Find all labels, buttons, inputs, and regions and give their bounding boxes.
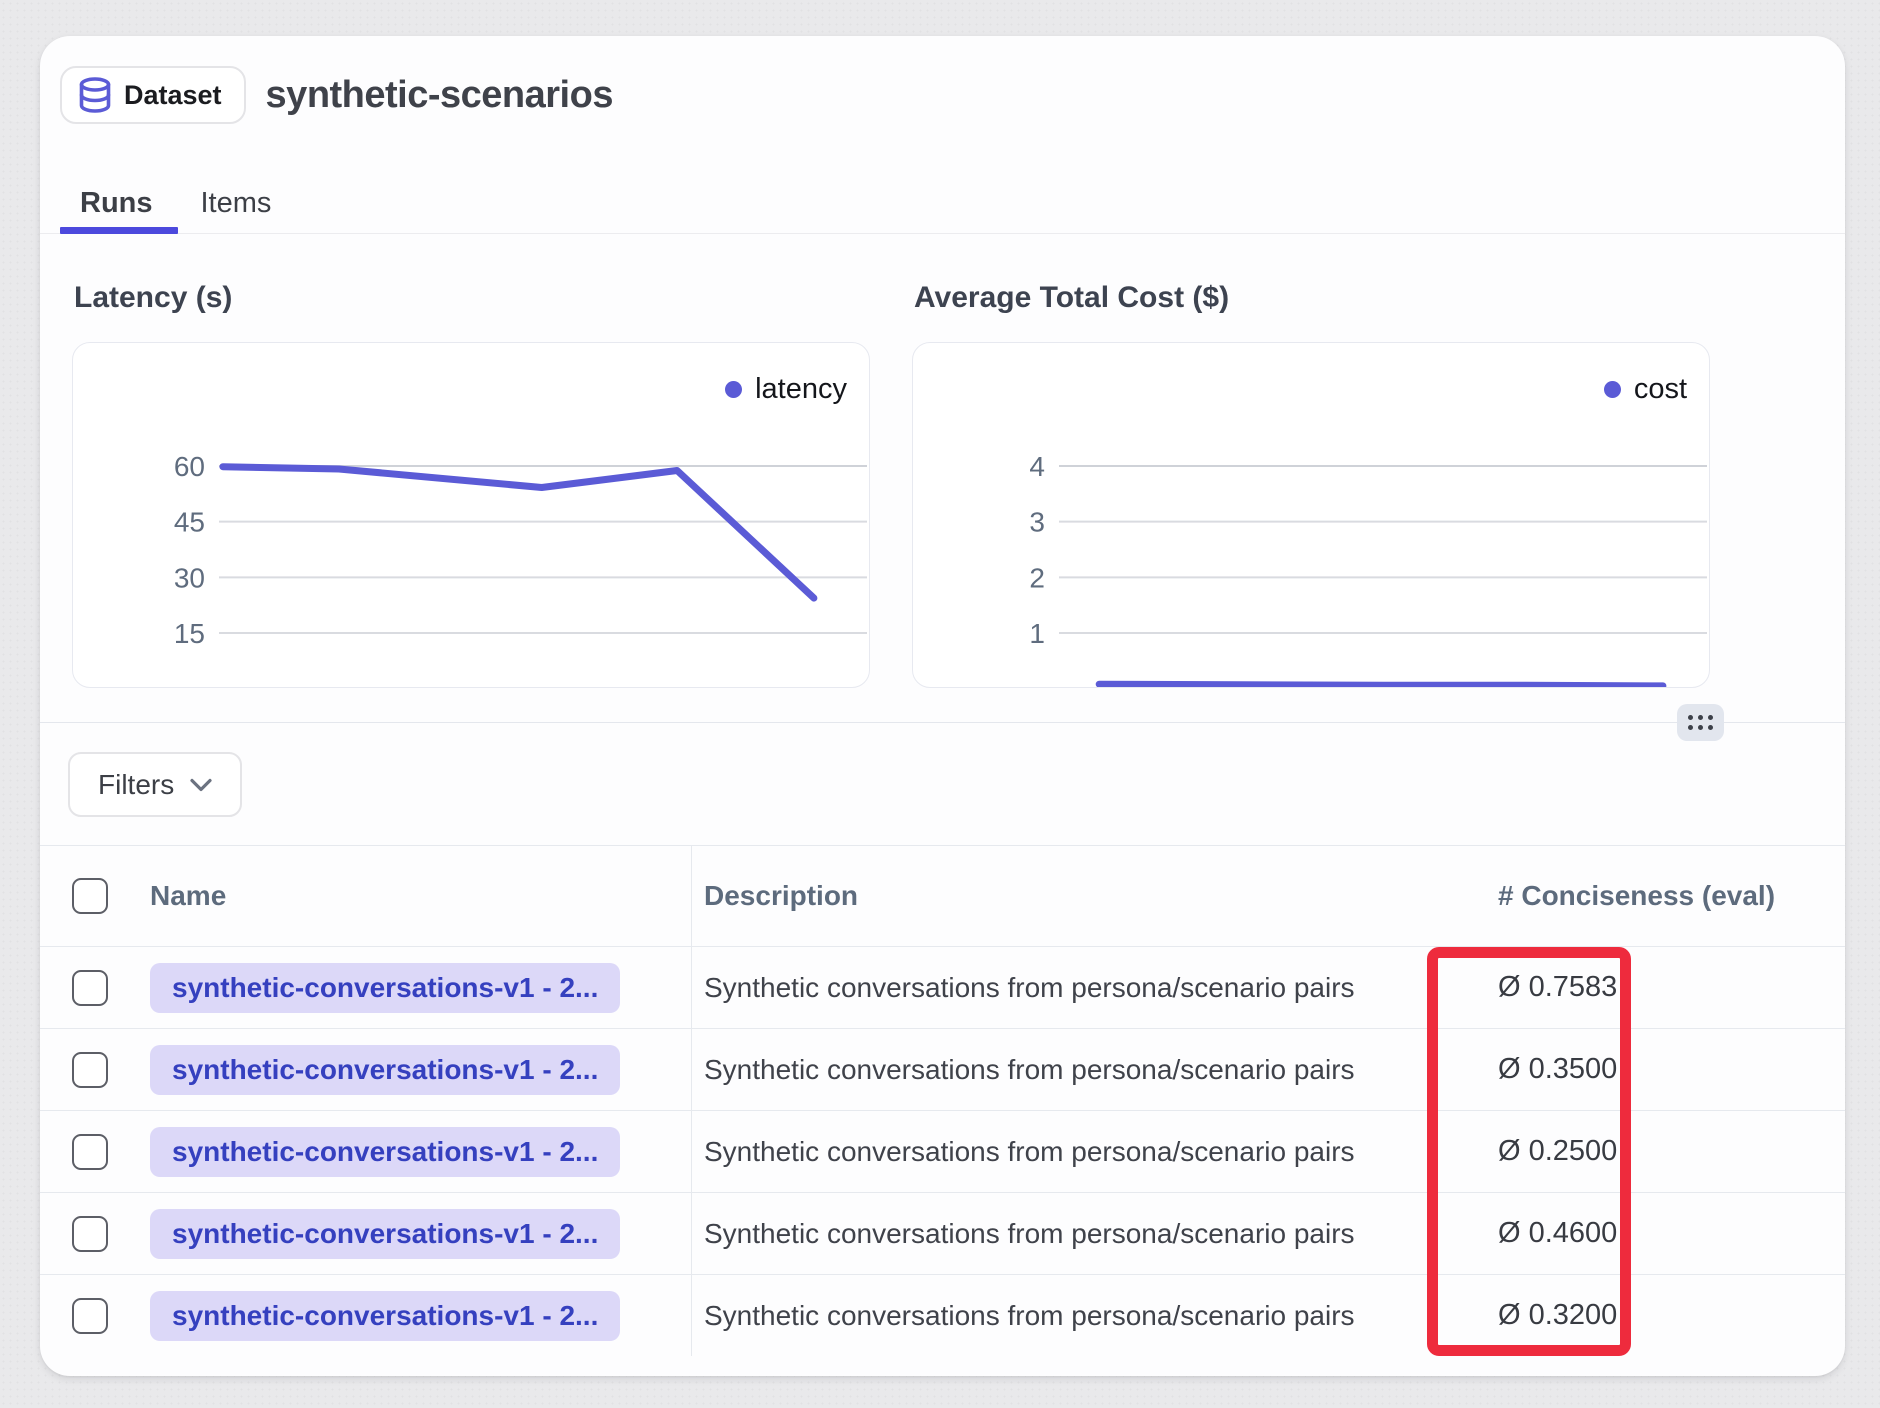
conciseness-value: Ø 0.3500 [1498, 1053, 1617, 1085]
conciseness-value: Ø 0.4600 [1498, 1217, 1617, 1249]
tab-runs[interactable]: Runs [80, 174, 153, 233]
filters-button-label: Filters [98, 769, 174, 801]
dataset-type-badge: Dataset [60, 66, 246, 124]
latency-legend-dot [725, 381, 742, 398]
runs-table: Name Description # Conciseness (eval) sy… [40, 845, 1845, 1376]
dataset-header: Dataset synthetic-scenarios [60, 66, 613, 124]
column-header-name: Name [150, 880, 226, 912]
svg-text:30: 30 [174, 562, 205, 593]
table-row: synthetic-conversations-v1 - 2... Synthe… [40, 1110, 1845, 1192]
cost-legend-dot [1604, 381, 1621, 398]
conciseness-value: Ø 0.7583 [1498, 971, 1617, 1003]
table-header-row: Name Description # Conciseness (eval) [40, 846, 1845, 946]
cost-chart-title: Average Total Cost ($) [912, 280, 1710, 316]
table-row: synthetic-conversations-v1 - 2... Synthe… [40, 946, 1845, 1028]
cost-chart-card: 4 3 2 1 cost [912, 342, 1710, 688]
cost-legend: cost [1604, 373, 1687, 406]
cost-chart-panel: Average Total Cost ($) 4 3 2 1 cost [912, 280, 1710, 688]
run-name-link[interactable]: synthetic-conversations-v1 - 2... [150, 1209, 620, 1259]
svg-text:15: 15 [174, 618, 205, 649]
chevron-down-icon [190, 778, 212, 792]
charts-section: Latency (s) 60 45 30 15 latency Average Tot… [72, 280, 1710, 688]
tab-bar: Runs Items [40, 174, 1845, 234]
latency-legend: latency [725, 373, 847, 406]
run-name-link[interactable]: synthetic-conversations-v1 - 2... [150, 1127, 620, 1177]
row-checkbox[interactable] [72, 1216, 108, 1252]
svg-text:45: 45 [174, 507, 205, 538]
run-name-link[interactable]: synthetic-conversations-v1 - 2... [150, 963, 620, 1013]
row-checkbox[interactable] [72, 1298, 108, 1334]
section-divider [40, 722, 1845, 723]
latency-legend-label: latency [755, 373, 847, 406]
cost-chart-plot: 4 3 2 1 [913, 343, 1710, 688]
conciseness-value: Ø 0.2500 [1498, 1135, 1617, 1167]
run-description: Synthetic conversations from persona/sce… [704, 1054, 1355, 1085]
conciseness-value: Ø 0.3200 [1498, 1299, 1617, 1331]
row-checkbox[interactable] [72, 1052, 108, 1088]
page-title: synthetic-scenarios [266, 74, 613, 117]
svg-text:60: 60 [174, 451, 205, 482]
tab-items[interactable]: Items [201, 174, 272, 233]
page: { "header": { "badge_label": "Dataset", … [0, 0, 1880, 1408]
latency-chart-panel: Latency (s) 60 45 30 15 latency [72, 280, 870, 688]
run-description: Synthetic conversations from persona/sce… [704, 972, 1355, 1003]
table-row: synthetic-conversations-v1 - 2... Synthe… [40, 1028, 1845, 1110]
run-name-link[interactable]: synthetic-conversations-v1 - 2... [150, 1045, 620, 1095]
header-name-cell: Name [150, 846, 692, 946]
header-checkbox-cell [40, 878, 150, 914]
run-name-link[interactable]: synthetic-conversations-v1 - 2... [150, 1291, 620, 1341]
svg-text:3: 3 [1029, 507, 1045, 538]
dataset-card: Dataset synthetic-scenarios Runs Items L… [40, 36, 1845, 1376]
header-description-cell: Description [692, 880, 1498, 912]
select-all-checkbox[interactable] [72, 878, 108, 914]
database-icon [78, 77, 112, 113]
latency-chart-card: 60 45 30 15 latency [72, 342, 870, 688]
column-header-description: Description [704, 880, 858, 911]
svg-text:4: 4 [1029, 451, 1045, 482]
cost-legend-label: cost [1634, 373, 1687, 406]
run-description: Synthetic conversations from persona/sce… [704, 1218, 1355, 1249]
column-header-conciseness: # Conciseness (eval) [1498, 880, 1775, 911]
run-description: Synthetic conversations from persona/sce… [704, 1136, 1355, 1167]
row-checkbox[interactable] [72, 1134, 108, 1170]
resize-grip-handle[interactable] [1677, 704, 1724, 741]
table-row: synthetic-conversations-v1 - 2... Synthe… [40, 1274, 1845, 1356]
latency-chart-title: Latency (s) [72, 280, 870, 316]
grip-dots-icon [1688, 715, 1713, 730]
row-checkbox[interactable] [72, 970, 108, 1006]
filters-button[interactable]: Filters [68, 752, 242, 817]
header-conciseness-cell: # Conciseness (eval) [1498, 880, 1845, 912]
run-description: Synthetic conversations from persona/sce… [704, 1300, 1355, 1331]
filters-bar: Filters [68, 752, 242, 817]
svg-text:2: 2 [1029, 562, 1045, 593]
svg-text:1: 1 [1029, 618, 1045, 649]
table-row: synthetic-conversations-v1 - 2... Synthe… [40, 1192, 1845, 1274]
badge-label: Dataset [124, 80, 222, 111]
